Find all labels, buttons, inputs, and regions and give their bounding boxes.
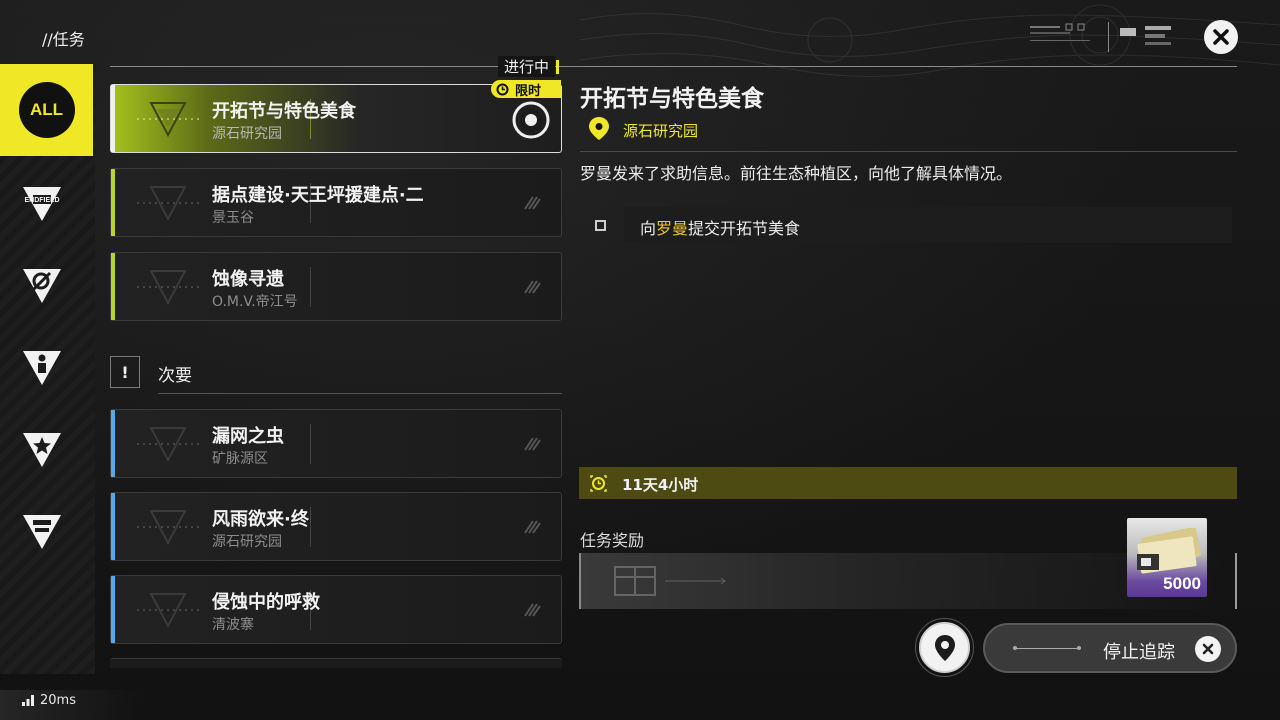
quest-location: O.M.V.帝江号 (212, 294, 298, 310)
detail-title: 开拓节与特色美食 (580, 86, 764, 112)
quest-location: 源石研究园 (212, 126, 282, 142)
section-divider (110, 66, 1237, 67)
rail-item-character[interactable] (0, 328, 84, 408)
time-remaining: 11天4小时 (622, 476, 699, 494)
rail-item-endfield[interactable]: ENDFIELD (0, 164, 84, 244)
rail-item-compass[interactable] (0, 246, 84, 326)
quest-location: 矿脉源区 (212, 451, 268, 467)
hud-decoration (1030, 22, 1171, 52)
objective-text: 向罗曼提交开拓节美食 (640, 215, 800, 239)
person-icon (23, 351, 61, 385)
card-separator (310, 507, 311, 547)
reward-quantity: 5000 (1163, 574, 1201, 593)
quest-card[interactable]: 据点建设·天王坪援建点·二 景玉谷 (110, 168, 562, 237)
reward-label: 任务奖励 (580, 531, 645, 550)
secondary-divider (158, 393, 562, 394)
time-remaining-bar: 11天4小时 (579, 467, 1237, 499)
endfield-icon: ENDFIELD (23, 187, 61, 221)
decorative-line (1013, 646, 1081, 650)
quest-emblem-icon (137, 510, 199, 546)
star-icon (23, 433, 61, 467)
hatch-icon (524, 520, 541, 534)
ping-value: 20ms (40, 693, 76, 708)
currency-bundle-icon (1137, 528, 1202, 574)
card-separator (310, 424, 311, 464)
category-rail: ALL ENDFIELD (0, 64, 95, 674)
close-button[interactable] (1204, 20, 1238, 54)
clock-icon (590, 475, 607, 492)
compass-icon (23, 269, 61, 303)
detail-description: 罗曼发来了求助信息。前往生态种植区，向他了解具体情况。 (580, 164, 1013, 183)
limited-time-badge: 限时 (491, 80, 561, 99)
clock-icon (496, 83, 509, 95)
signal-icon (22, 695, 34, 706)
quest-title: 蚀像寻遗 (212, 269, 284, 290)
quest-title: 据点建设·天王坪援建点·二 (212, 185, 424, 206)
quest-stripe (111, 169, 115, 236)
quest-emblem-icon (137, 593, 199, 629)
secondary-label: 次要 (158, 366, 192, 386)
quest-card[interactable]: 侵蚀中的呼救 清波寨 (110, 575, 562, 644)
rail-item-facility[interactable] (0, 492, 84, 572)
in-progress-label: 进行中 (498, 56, 560, 77)
crate-icon (614, 566, 726, 596)
quest-card[interactable]: 蚀像寻遗 O.M.V.帝江号 (110, 252, 562, 321)
detail-divider (580, 151, 1237, 152)
objective-npc: 罗曼 (656, 219, 689, 238)
quest-title: 开拓节与特色美食 (212, 101, 356, 122)
hatch-icon (524, 603, 541, 617)
reward-item[interactable]: 5000 (1127, 518, 1207, 597)
objective-checkbox (595, 220, 606, 231)
rail-item-all[interactable]: ALL (0, 64, 93, 156)
objective-suffix: 提交开拓节美食 (688, 219, 801, 238)
map-locate-button[interactable] (915, 618, 974, 677)
page-title: //任务 (42, 30, 85, 49)
rail-item-featured[interactable] (0, 410, 84, 490)
quest-emblem-icon (137, 427, 199, 463)
hatch-icon (524, 437, 541, 451)
objective-prefix: 向 (640, 219, 657, 238)
quest-title: 侵蚀中的呼救 (212, 592, 320, 613)
quest-card[interactable]: 风雨欲来·终 源石研究园 (110, 492, 562, 561)
secondary-badge: ! (121, 362, 129, 382)
quest-title: 风雨欲来·终 (212, 509, 309, 530)
svg-text:ENDFIELD: ENDFIELD (25, 197, 60, 204)
card-separator (310, 267, 311, 307)
limited-time-label: 限时 (515, 83, 542, 99)
quest-stripe (111, 253, 115, 320)
list-overflow-edge (110, 658, 562, 668)
quest-card[interactable]: 漏网之虫 矿脉源区 (110, 409, 562, 478)
location-pin-icon (589, 117, 609, 140)
quest-location: 源石研究园 (212, 534, 282, 550)
alert-icon: ! (110, 356, 140, 388)
rail-item-label: ALL (29, 100, 64, 119)
hatch-icon (524, 196, 541, 210)
quest-emblem-icon (137, 186, 199, 222)
all-icon: ALL (18, 82, 75, 138)
quest-stripe (111, 85, 115, 152)
factory-icon (23, 515, 61, 549)
close-icon (1213, 29, 1229, 45)
objective-row: 向罗曼提交开拓节美食 (624, 207, 1232, 243)
quest-location: 清波寨 (212, 617, 254, 633)
stop-tracking-button[interactable]: 停止追踪 (983, 623, 1237, 673)
quest-title: 漏网之虫 (212, 426, 284, 447)
close-icon (1195, 636, 1221, 662)
tracking-target-icon[interactable] (511, 100, 551, 140)
quest-stripe (111, 410, 115, 477)
quest-location: 景玉谷 (212, 210, 254, 226)
stop-tracking-label: 停止追踪 (1103, 642, 1175, 663)
quest-stripe (111, 576, 115, 643)
quest-stripe (111, 493, 115, 560)
reward-strip-edge (1235, 553, 1237, 609)
quest-emblem-icon (137, 270, 199, 306)
map-pin-icon (934, 634, 955, 661)
quest-emblem-icon (137, 102, 199, 138)
hatch-icon (524, 280, 541, 294)
detail-location: 源石研究园 (623, 122, 699, 140)
